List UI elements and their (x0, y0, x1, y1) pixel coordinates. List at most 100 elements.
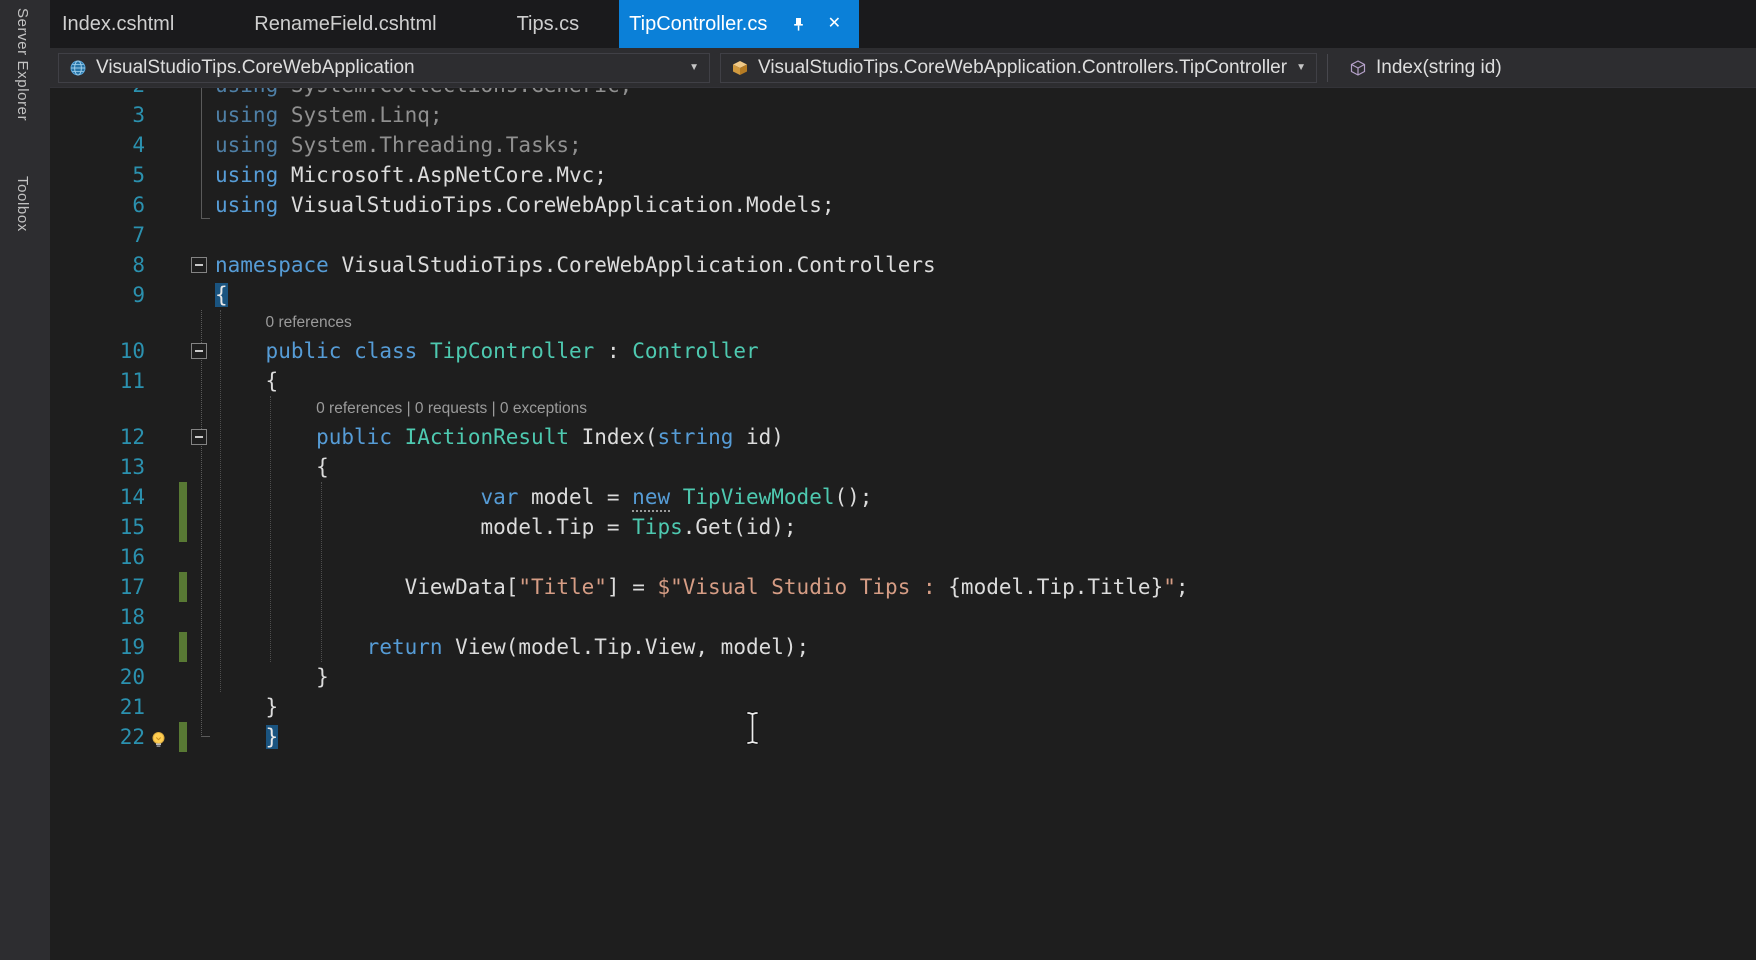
code-text[interactable]: } (213, 662, 1756, 692)
gutter (145, 482, 189, 512)
code-line: 10 public class TipController : Controlle… (50, 336, 1756, 366)
gutter (145, 662, 189, 692)
code-text[interactable]: using System.Threading.Tasks; (213, 130, 1756, 160)
indent-guide (270, 396, 271, 662)
fold-column (189, 722, 213, 752)
code-text[interactable]: { (213, 280, 1756, 310)
fold-column (189, 572, 213, 602)
line-number: 13 (119, 455, 145, 479)
code-line: 21} (50, 692, 1756, 722)
code-text[interactable]: var model = new TipViewModel(); (213, 482, 1756, 512)
sidebar-item-server-explorer[interactable]: Server Explorer (14, 8, 31, 121)
code-line: 15 model.Tip = Tips.Get(id); (50, 512, 1756, 542)
line-number: 10 (119, 339, 145, 363)
line-number: 5 (132, 163, 145, 187)
line-number: 8 (132, 253, 145, 277)
gutter (145, 88, 189, 100)
code-line: 3 using System.Linq; (50, 100, 1756, 130)
code-line: 19 return View(model.Tip.View, model); (50, 632, 1756, 662)
sidebar-item-toolbox[interactable]: Toolbox (14, 176, 31, 232)
line-number: 2 (50, 88, 145, 100)
code-text[interactable]: { (213, 452, 1756, 482)
code-text[interactable]: } (213, 692, 1756, 722)
code-text[interactable]: public class TipController : Controller (213, 336, 1756, 366)
code-line: 18 (50, 602, 1756, 632)
type-dropdown[interactable]: VisualStudioTips.CoreWebApplication.Cont… (720, 52, 1317, 83)
class-icon (731, 59, 749, 77)
fold-column (189, 336, 213, 366)
pin-icon[interactable] (789, 15, 807, 33)
line-number: 15 (119, 515, 145, 539)
code-text[interactable]: using System.Linq; (213, 100, 1756, 130)
tab-label: Tips.cs (516, 12, 580, 35)
gutter (145, 692, 189, 722)
fold-toggle-icon[interactable] (191, 257, 207, 273)
tab-tips-cs[interactable]: Tips.cs (477, 0, 620, 48)
gutter (145, 632, 189, 662)
document-tab-bar: Index.cshtml RenameField.cshtml Tips.cs … (50, 0, 1756, 48)
fold-column (189, 100, 213, 130)
fold-column (189, 366, 213, 396)
change-bar (179, 572, 187, 602)
code-line: 16 (50, 542, 1756, 572)
line-number: 6 (132, 193, 145, 217)
gutter (145, 280, 189, 310)
fold-column (189, 512, 213, 542)
line-number: 3 (132, 103, 145, 127)
change-bar (179, 482, 187, 512)
code-editor[interactable]: 2 using System.Collections.Generic; 3 using… (50, 88, 1756, 960)
tab-tipcontroller-cs[interactable]: TipController.cs ✕ (619, 0, 860, 48)
tab-label: RenameField.cshtml (254, 12, 437, 35)
fold-column (189, 632, 213, 662)
code-text[interactable]: namespace VisualStudioTips.CoreWebApplic… (213, 250, 1756, 280)
code-lens-indicator[interactable]: 0 references (50, 310, 1756, 336)
code-text[interactable]: using System.Collections.Generic; (213, 88, 1756, 100)
line-number: 17 (119, 575, 145, 599)
globe-icon (69, 59, 87, 77)
change-bar (179, 632, 187, 662)
code-line: 6 using VisualStudioTips.CoreWebApplicati… (50, 190, 1756, 220)
fold-toggle-icon[interactable] (191, 429, 207, 445)
project-dropdown[interactable]: VisualStudioTips.CoreWebApplication ▼ (58, 52, 710, 83)
code-line: 22} (50, 722, 1756, 752)
fold-column (189, 160, 213, 190)
tab-label: TipController.cs (629, 12, 768, 35)
line-number: 19 (119, 635, 145, 659)
fold-toggle-icon[interactable] (191, 343, 207, 359)
code-line: 8 namespace VisualStudioTips.CoreWebAppli… (50, 250, 1756, 280)
code-text[interactable]: model.Tip = Tips.Get(id); (213, 512, 1756, 542)
line-number: 16 (119, 545, 145, 569)
lightbulb-icon[interactable] (149, 727, 168, 747)
fold-column (189, 280, 213, 310)
code-line: 12 public IActionResult Index(string id) (50, 422, 1756, 452)
line-number: 20 (119, 665, 145, 689)
code-text[interactable] (213, 220, 1756, 250)
code-text[interactable]: } (213, 722, 1756, 752)
project-dropdown-label: VisualStudioTips.CoreWebApplication (96, 56, 415, 78)
code-text[interactable]: using VisualStudioTips.CoreWebApplicatio… (213, 190, 1756, 220)
code-line: 14 var model = new TipViewModel(); (50, 482, 1756, 512)
code-text[interactable] (213, 542, 1756, 572)
gutter (145, 422, 189, 452)
code-text[interactable] (213, 602, 1756, 632)
line-number: 14 (119, 485, 145, 509)
code-lens-indicator[interactable]: 0 references | 0 requests | 0 exceptions (50, 396, 1756, 422)
code-text[interactable]: using Microsoft.AspNetCore.Mvc; (213, 160, 1756, 190)
code-text[interactable]: ViewData["Title"] = $"Visual Studio Tips… (213, 572, 1756, 602)
line-number: 11 (119, 369, 145, 393)
close-icon[interactable]: ✕ (825, 15, 843, 33)
gutter (145, 602, 189, 632)
gutter (145, 366, 189, 396)
member-dropdown-label: Index(string id) (1375, 56, 1502, 78)
type-dropdown-label: VisualStudioTips.CoreWebApplication.Cont… (758, 56, 1288, 78)
member-dropdown[interactable]: Index(string id) (1337, 52, 1513, 83)
tab-index-cshtml[interactable]: Index.cshtml (50, 0, 214, 48)
code-line: 5 using Microsoft.AspNetCore.Mvc; (50, 160, 1756, 190)
code-text[interactable]: public IActionResult Index(string id) (213, 422, 1756, 452)
code-text[interactable]: return View(model.Tip.View, model); (213, 632, 1756, 662)
code-line: 13 { (50, 452, 1756, 482)
code-text[interactable]: { (213, 366, 1756, 396)
gutter (145, 512, 189, 542)
tab-renamefield-cshtml[interactable]: RenameField.cshtml (214, 0, 476, 48)
fold-column (189, 542, 213, 572)
